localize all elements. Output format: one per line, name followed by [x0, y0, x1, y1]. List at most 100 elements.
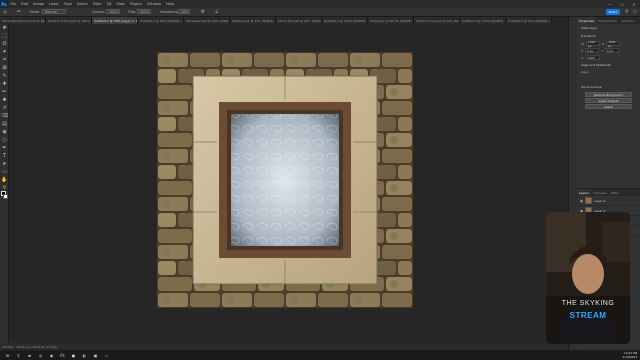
- document-tab-label: Untitled-4 @ 100% (RGB/8): [462, 18, 504, 23]
- search-icon[interactable]: ⚲: [15, 352, 22, 359]
- menu-layer[interactable]: Layer: [47, 2, 62, 6]
- adjust-button[interactable]: Adjust: [585, 104, 632, 109]
- photoshop-window: Ps File Edit Image Layer Type Select Filter 3D V…: [0, 0, 640, 360]
- opacity-field[interactable]: 100%: [106, 9, 120, 14]
- menu-plugins[interactable]: Plugins: [127, 2, 145, 6]
- pen-icon[interactable]: ✒: [0, 144, 9, 152]
- close-icon[interactable]: ×: [547, 19, 551, 23]
- share-button[interactable]: Share: [606, 9, 620, 15]
- close-icon[interactable]: ✕: [628, 0, 640, 8]
- gear-icon[interactable]: ⚙: [200, 9, 206, 15]
- status-bar: 33.33% 1024 px x 1024 px (72 ppi): [0, 343, 568, 350]
- menu-type[interactable]: Type: [61, 2, 74, 6]
- discord-icon[interactable]: ◐: [81, 352, 88, 359]
- document-tab-label: Wood Frame.psd @ 50% (RGB/8): [416, 18, 460, 23]
- zoom-level[interactable]: 33.33%: [2, 345, 13, 349]
- eraser-icon[interactable]: ⌫: [0, 112, 9, 120]
- mode-select[interactable]: Normal: [42, 9, 66, 14]
- tab-libraries[interactable]: Libraries: [619, 17, 636, 24]
- rectangle-icon[interactable]: ▭: [0, 168, 9, 176]
- width-field[interactable]: 1024 px: [585, 40, 600, 48]
- close-icon[interactable]: ×: [179, 19, 183, 23]
- home-icon[interactable]: ⌂: [2, 9, 8, 15]
- layer-row[interactable]: ◉ Layer 3: [577, 196, 640, 206]
- crop-icon[interactable]: ⌗: [0, 56, 9, 64]
- brush-icon[interactable]: ✏: [0, 88, 9, 96]
- edge-icon[interactable]: ◎: [37, 352, 44, 359]
- windows-icon[interactable]: ⊞: [4, 352, 11, 359]
- tab-layers[interactable]: Layers: [577, 189, 591, 196]
- stamp-icon[interactable]: ♣: [0, 96, 9, 104]
- menu-3d[interactable]: 3D: [104, 2, 114, 6]
- height-field[interactable]: 1024 px: [606, 40, 621, 48]
- magic-wand-icon[interactable]: ✦: [0, 48, 9, 56]
- path-select-icon[interactable]: ➤: [0, 160, 9, 168]
- layers-tabs: Layers Channels Paths: [577, 189, 640, 196]
- move-icon[interactable]: ✥: [0, 24, 9, 32]
- eyedropper-icon[interactable]: ✎: [0, 72, 9, 80]
- menu-edit[interactable]: Edit: [19, 2, 31, 6]
- document-tab[interactable]: Untitled-3 @ 100% (RGB/8)×: [322, 17, 368, 24]
- blur-icon[interactable]: ◉: [0, 128, 9, 136]
- hand-icon[interactable]: ✋: [0, 176, 9, 184]
- dodge-icon[interactable]: ○: [0, 136, 9, 144]
- history-brush-icon[interactable]: ↺: [0, 104, 9, 112]
- workspace-icon[interactable]: ▭: [632, 9, 638, 15]
- obs-icon[interactable]: ●: [70, 352, 77, 359]
- flow-field[interactable]: 100%: [137, 9, 151, 14]
- tab-adjustments[interactable]: Adjustments: [596, 17, 619, 24]
- opacity-label: Opacity:: [92, 10, 106, 14]
- healing-icon[interactable]: ✚: [0, 80, 9, 88]
- document-tab-label: Stone Background.psd @ 66.7% (RGB/8): [2, 18, 45, 23]
- tab-properties[interactable]: Properties: [577, 17, 597, 24]
- background-color-swatch[interactable]: [3, 194, 8, 199]
- steam-icon[interactable]: ♨: [103, 352, 110, 359]
- webcam-overlay: THE SKYKING STREAM: [546, 212, 630, 344]
- document-tab[interactable]: Stone Background.psd @ 66.7% (RGB/8)×: [0, 17, 46, 24]
- folder-icon[interactable]: ▰: [26, 352, 33, 359]
- tab-channels[interactable]: Channels: [591, 189, 609, 196]
- document-tab[interactable]: Untitled-1 @ 33% (Layer 3, RGB/8)×: [92, 17, 138, 24]
- document-canvas[interactable]: [157, 52, 413, 308]
- maximize-icon[interactable]: ☐: [616, 0, 628, 8]
- lasso-icon[interactable]: ʘ: [0, 40, 9, 48]
- brush-icon[interactable]: ✏: [16, 9, 22, 15]
- menu-help[interactable]: Help: [164, 2, 177, 6]
- eye-icon[interactable]: ◉: [580, 199, 583, 203]
- menu-window[interactable]: Window: [145, 2, 164, 6]
- menu-select[interactable]: Select: [74, 2, 90, 6]
- x-field[interactable]: 0 px: [585, 48, 600, 53]
- document-tab[interactable]: Glass.psd @ 66.7% (RGB/8)×: [368, 17, 414, 24]
- menu-file[interactable]: File: [8, 2, 19, 6]
- gradient-icon[interactable]: ▤: [0, 120, 9, 128]
- photoshop-icon[interactable]: Ps: [59, 352, 66, 359]
- marquee-icon[interactable]: ⬚: [0, 32, 9, 40]
- document-tab[interactable]: Stonewall.psd @ 25% (RGB/8)×: [184, 17, 230, 24]
- type-icon[interactable]: T: [0, 152, 9, 160]
- search-icon[interactable]: ⚲: [624, 9, 630, 15]
- menu-image[interactable]: Image: [31, 2, 47, 6]
- angle-icon[interactable]: ∠: [214, 9, 220, 15]
- chrome-icon[interactable]: ◉: [48, 352, 55, 359]
- document-tab[interactable]: Texture.psd @ 33% (RGB/8)×: [230, 17, 276, 24]
- minimize-icon[interactable]: —: [604, 0, 616, 8]
- document-tab[interactable]: Wood Frame.psd @ 50% (RGB/8)×: [414, 17, 460, 24]
- system-clock[interactable]: 10:42 PM 4/18/2023: [623, 350, 637, 360]
- remove-background-button[interactable]: Remove Background: [585, 92, 632, 97]
- menu-view[interactable]: View: [114, 2, 127, 6]
- document-tab[interactable]: Untitled-5 @ 33% (RGB/8) ×: [506, 17, 552, 24]
- document-tab[interactable]: Untitled-4 @ 100% (RGB/8)×: [460, 17, 506, 24]
- tab-paths[interactable]: Paths: [609, 189, 621, 196]
- smoothing-field[interactable]: 10%: [178, 9, 190, 14]
- angle-field[interactable]: 0.00°: [585, 55, 600, 60]
- menu-filter[interactable]: Filter: [90, 2, 104, 6]
- document-tab[interactable]: Stone Tile.psd @ 50% (RGB/8)×: [276, 17, 322, 24]
- options-bar: ⌂ ✏ Mode: Normal Opacity: 100% Flow: 100…: [0, 8, 640, 17]
- y-field[interactable]: 0 px: [604, 48, 619, 53]
- frame-icon[interactable]: ⊠: [0, 64, 9, 72]
- explorer-icon[interactable]: ▣: [92, 352, 99, 359]
- document-tab[interactable]: Untitled-2 @ 50% (RGB/8) ×: [138, 17, 184, 24]
- select-subject-button[interactable]: Select Subject: [585, 98, 632, 103]
- document-tab[interactable]: Window Frame.psd @ 100% (RGB/8)×: [46, 17, 92, 24]
- document-tab-label: Untitled-1 @ 33% (Layer 3, RGB/8): [94, 18, 138, 23]
